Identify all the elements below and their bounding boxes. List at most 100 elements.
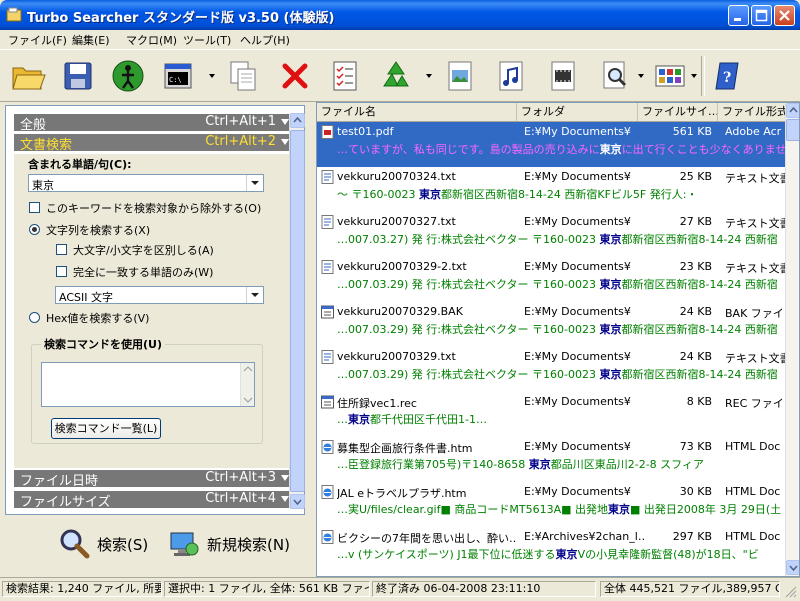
text-file-icon [321,350,334,364]
command-prompt-button[interactable]: C:\ [160,58,196,94]
close-button[interactable] [774,5,795,26]
snippet-match: 東京 [555,548,578,561]
menu-macro[interactable]: マクロ(M) [126,32,177,48]
column-folder[interactable]: フォルダ [517,103,638,121]
result-type: テキスト文書 [725,217,787,230]
zoom-button[interactable] [597,58,633,94]
recycle-dropdown-icon[interactable] [425,72,433,80]
snippet-before: …007.03.29) 発 行:株式会社ベクター 〒160-0023 [337,368,600,381]
command-list-button[interactable]: 検索コマンド一覧(L) [51,418,161,439]
copy-button[interactable] [225,58,261,94]
scroll-thumb[interactable] [290,130,305,492]
search-options-pane: 全般 Ctrl+Alt+1 文書検索 Ctrl+Alt+2 含まれる単語/句(C… [0,102,313,577]
chevron-up-icon [293,116,302,123]
words-combo[interactable]: 東京 [28,174,264,192]
snippet-after: に出て行くことも少なくありません。官 [621,143,800,156]
result-snippet: …ていますが、私も同じです。島の製品の売り込みに東京に出て行くことも少なくありま… [337,141,800,157]
delete-button[interactable] [277,58,313,94]
bak-file-icon [321,305,334,319]
text-search-label: 文字列を検索する(X) [46,224,151,237]
section-general[interactable]: 全般 Ctrl+Alt+1 [14,114,292,133]
video-button[interactable] [545,58,581,94]
section-general-shortcut: Ctrl+Alt+1 [205,114,276,129]
result-filename: vekkuru20070324.txt [337,170,456,183]
scroll-up-button[interactable] [290,113,305,128]
image-button[interactable] [442,58,478,94]
results-header: ファイル名 フォルダ ファイルサイ… ファイル形式 [317,103,787,122]
resize-grip-icon[interactable] [784,585,798,599]
command-scrollbar[interactable] [240,363,254,406]
result-row[interactable]: vekkuru20070329.txt E:¥My Documents¥ 24 KB… [317,347,787,392]
snippet-after: 都新宿区西新宿8-14-24 西新宿 [621,368,778,381]
result-row[interactable]: vekkuru20070324.txt E:¥My Documents¥ 25 KB… [317,167,787,212]
chevron-down-icon [293,499,302,506]
result-row[interactable]: ビクシーの7年間を思い出し、酔い… E:¥Archives¥2chan_l… 297… [317,527,787,572]
column-type[interactable]: ファイル形式 [718,103,787,121]
result-row[interactable]: vekkuru20070327.txt E:¥My Documents¥ 27 KB… [317,212,787,257]
section-file-date-label: ファイル日時 [20,474,99,489]
result-type: HTML Doc [725,530,781,543]
result-folder: E:¥My Documents¥ [524,170,631,183]
menu-help[interactable]: ヘルプ(H) [240,32,290,48]
section-document-search[interactable]: 文書検索 Ctrl+Alt+2 [14,134,292,153]
open-folder-button[interactable] [10,58,46,94]
window-title: Turbo Searcher スタンダード版 v3.50 (体験版) [27,11,335,26]
save-disk-icon [64,62,92,90]
view-button[interactable] [652,58,688,94]
whole-word-checkbox[interactable] [56,266,67,277]
result-row[interactable]: 募集型企画旅行条件書.htm E:¥My Documents¥ 73 KB HTML … [317,437,787,482]
results-scroll-thumb[interactable] [786,119,799,141]
results-scroll-down-button[interactable] [786,560,799,575]
case-checkbox[interactable] [56,244,67,255]
encoding-combo[interactable]: ACSII 文字 [55,286,264,304]
menu-edit[interactable]: 編集(E) [72,32,110,48]
section-document-search-label: 文書検索 [20,138,73,153]
maximize-button[interactable] [751,5,772,26]
minimize-button[interactable] [728,5,749,26]
help-button[interactable]: ? [710,58,746,94]
results-scrollbar[interactable] [785,103,799,576]
exclude-checkbox[interactable] [29,202,40,213]
scroll-down-button[interactable] [290,494,305,509]
snippet-match: 東京 [599,143,622,156]
result-folder: E:¥My Documents¥ [524,350,631,363]
options-scrollbar[interactable] [289,113,305,509]
menu-tools[interactable]: ツール(T) [183,32,231,48]
status-bar: 検索結果: 1,240 ファイル, 所要時 選択中: 1 ファイル, 全体: 5… [0,577,800,601]
run-button[interactable] [110,58,146,94]
result-folder: E:¥My Documents¥ [524,440,631,453]
section-file-date[interactable]: ファイル日時 Ctrl+Alt+3 [14,470,292,489]
zoom-dropdown-icon[interactable] [637,72,645,80]
recycle-button[interactable] [378,58,414,94]
section-file-size[interactable]: ファイルサイズ Ctrl+Alt+4 [14,491,292,510]
save-button[interactable] [60,58,96,94]
results-scroll-up-button[interactable] [786,103,799,118]
music-button[interactable] [493,58,529,94]
result-row[interactable]: JAL eトラベルプラザ.htm E:¥My Documents¥ 30 KB HTM… [317,482,787,527]
chevron-down-icon[interactable] [246,175,263,191]
result-type: テキスト文書 [725,262,787,275]
view-dropdown-icon[interactable] [690,72,698,80]
result-filename: vekkuru20070329-2.txt [337,260,467,273]
results-list: ファイル名 フォルダ ファイルサイ… ファイル形式 test01.pdf E:¥M… [316,102,800,577]
column-size[interactable]: ファイルサイ… [638,103,718,121]
checklist-button[interactable] [327,58,363,94]
result-filename: JAL eトラベルプラザ.htm [337,487,467,500]
result-row[interactable]: 住所録vec1.rec E:¥My Documents¥ 8 KB REC ファイ …東… [317,392,787,437]
new-search-button[interactable]: 新規検索(N) [168,526,303,560]
result-row[interactable]: test01.pdf E:¥My Documents¥ 561 KB Adobe Ac… [317,122,799,167]
result-folder: E:¥My Documents¥ [524,260,631,273]
command-dropdown-icon[interactable] [208,72,216,80]
command-textarea[interactable] [41,362,255,407]
hex-search-radio[interactable] [29,312,40,323]
snippet-match: 東京 [599,278,622,291]
search-button[interactable]: 検索(S) [58,526,158,560]
menu-file[interactable]: ファイル(F) [8,32,67,48]
text-search-radio[interactable] [29,224,40,235]
minimize-icon [734,18,741,21]
result-filename: vekkuru20070327.txt [337,215,456,228]
result-row[interactable]: vekkuru20070329.BAK E:¥My Documents¥ 24 KB… [317,302,787,347]
column-filename[interactable]: ファイル名 [317,103,517,121]
result-row[interactable]: vekkuru20070329-2.txt E:¥My Documents¥ 23 … [317,257,787,302]
chevron-down-icon[interactable] [246,287,263,303]
